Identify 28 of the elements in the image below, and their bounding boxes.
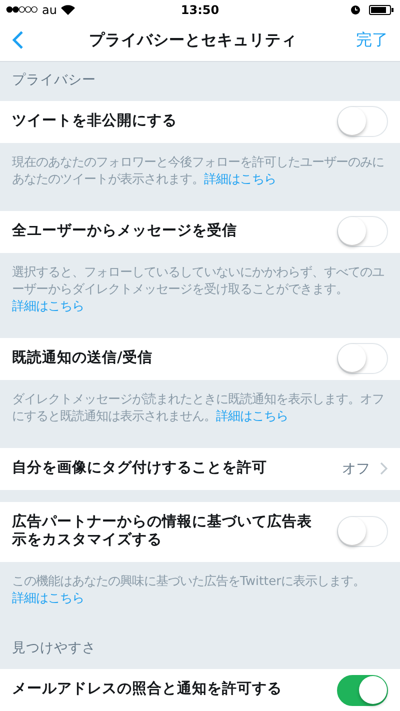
details-link[interactable]: 詳細はこちら	[12, 298, 84, 313]
signal-icon	[6, 6, 38, 14]
description-text: ダイレクトメッセージが読まれたときに既読通知を表示します。オフにすると既読通知は表示されません。詳細はこちら	[11, 390, 385, 425]
carrier-name: au	[42, 2, 57, 17]
setting-label: 既読通知の送信/受信	[12, 350, 152, 368]
description-text: 現在のあなたのフォロワーと今後フォローを許可したユーザーのみにあなたのツイートが表示されます。詳細はこちら	[11, 154, 385, 188]
toggle-switch[interactable]	[337, 674, 388, 706]
page-title: プライバシーとセキュリティ	[89, 30, 297, 51]
setting-label: メールアドレスの照合と通知を許可する	[12, 681, 282, 699]
setting-label: ツイートを非公開にする	[12, 113, 177, 131]
chevron-icon	[380, 462, 388, 476]
alarm-clock-icon	[350, 4, 361, 16]
status-time: 13:50	[180, 2, 220, 17]
wifi-icon	[60, 4, 75, 15]
setting-label: 全ユーザーからメッセージを受信	[12, 223, 237, 241]
details-link[interactable]: 詳細はこちら	[204, 172, 276, 186]
done-button[interactable]: 完了	[356, 30, 388, 51]
details-link[interactable]: 詳細はこちら	[216, 408, 288, 423]
battery-icon	[369, 4, 394, 15]
setting-label: 自分を画像にタグ付けすることを許可	[12, 460, 267, 478]
section-header: プライバシー	[12, 70, 96, 89]
setting-value: オフ	[342, 460, 370, 478]
description-text: この機能はあなたの興味に基づいた広告をTwitterに表示します。 詳細はこちら	[11, 572, 366, 607]
description-text: 選択すると、フォローしているしていないにかかわらず、すべてのユーザーからダイレクトメッセージを受け取ることができます。 詳細はこちら	[11, 264, 385, 315]
setting-label: 広告パートナーからの情報に基づいて広告表示をカスタマイズする	[12, 514, 313, 550]
section-header: 見つけやすさ	[12, 639, 96, 657]
settings-row[interactable]: 自分を画像にタグ付けすることを許可 オフ	[0, 448, 400, 490]
details-link[interactable]: 詳細はこちら	[12, 590, 84, 605]
